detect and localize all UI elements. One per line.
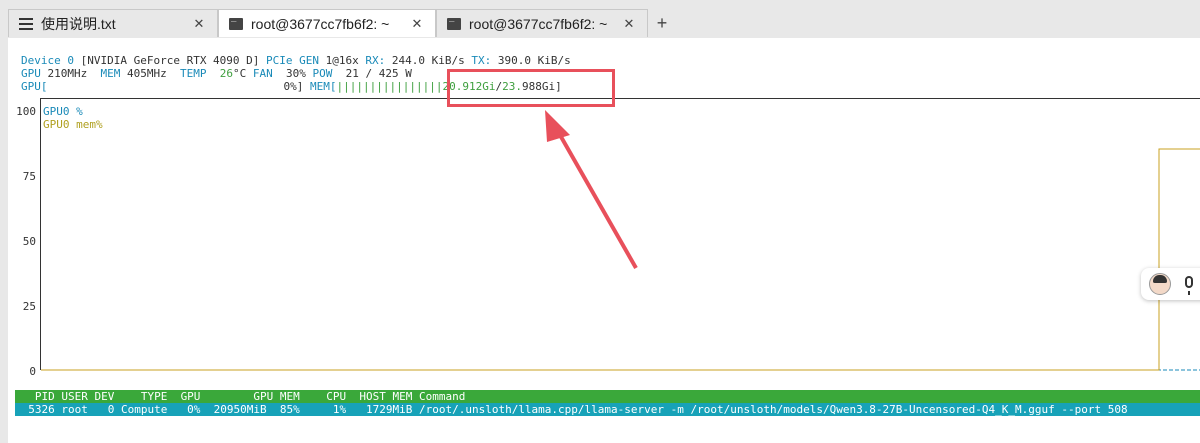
annotation-arrow [545,110,638,269]
microphone-icon[interactable] [1185,276,1193,295]
floating-toolbar [1141,268,1200,300]
arrow-shaft [554,127,638,269]
arrow-head [545,110,570,142]
avatar-icon[interactable] [1149,273,1171,295]
